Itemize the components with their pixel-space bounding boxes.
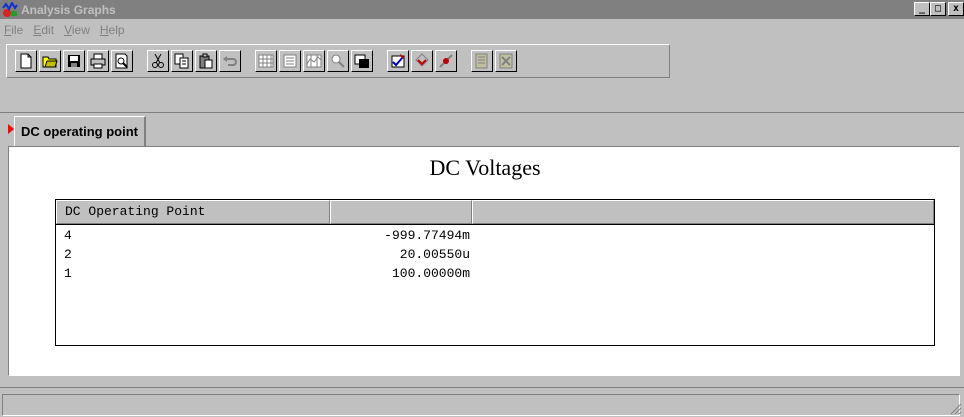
menu-view[interactable]: View xyxy=(64,23,90,37)
analysis-graphs-app-icon[interactable] xyxy=(2,0,18,18)
paste-icon xyxy=(199,53,213,69)
row-node: 1 xyxy=(64,266,72,281)
overlay-icon xyxy=(415,53,429,67)
menu-help-label: elp xyxy=(108,22,125,37)
print-preview-icon xyxy=(115,53,128,69)
column-header-value[interactable] xyxy=(330,200,472,224)
cut-icon xyxy=(152,53,164,68)
zoom-button[interactable] xyxy=(327,50,349,72)
row-node: 2 xyxy=(64,247,72,262)
table-row[interactable]: 1 100.00000m xyxy=(56,265,934,284)
exclude-button[interactable] xyxy=(435,50,457,72)
menu-view-label: iew xyxy=(71,22,90,37)
window-title: Analysis Graphs xyxy=(21,2,116,17)
open-icon xyxy=(42,56,58,68)
status-bar xyxy=(0,387,964,417)
legend-icon xyxy=(283,54,297,68)
copy-icon xyxy=(174,53,189,69)
toolbar xyxy=(6,44,670,78)
column-header-name[interactable]: DC Operating Point xyxy=(56,200,330,224)
print-icon xyxy=(90,53,106,69)
close-button[interactable]: x xyxy=(948,2,964,16)
grid-button[interactable] xyxy=(255,50,277,72)
legend-button[interactable] xyxy=(279,50,301,72)
menu-file-label: ile xyxy=(11,22,24,37)
menu-edit[interactable]: Edit xyxy=(33,23,54,37)
tab-dc-operating-point[interactable]: DC operating point xyxy=(14,116,146,146)
cursors-button[interactable] xyxy=(303,50,325,72)
export-icon xyxy=(475,53,488,69)
cut-button[interactable] xyxy=(147,50,169,72)
new-icon xyxy=(20,53,32,69)
menu-edit-label: dit xyxy=(41,22,55,37)
results-table: DC Operating Point 4 -999.77494m 2 20.00… xyxy=(55,199,935,346)
undo-button[interactable] xyxy=(219,50,241,72)
column-header-extra[interactable] xyxy=(472,200,934,224)
save-icon xyxy=(68,55,80,67)
menu-view-accel: V xyxy=(64,22,72,37)
paste-button[interactable] xyxy=(195,50,217,72)
table-row[interactable]: 4 -999.77494m xyxy=(56,227,934,246)
export-excel-button[interactable] xyxy=(495,50,517,72)
transfer-button[interactable] xyxy=(387,50,409,72)
graph-panel: DC Voltages DC Operating Point 4 -999.77… xyxy=(8,146,960,376)
reverse-colors-icon xyxy=(354,54,369,68)
save-button[interactable] xyxy=(63,50,85,72)
grid-icon xyxy=(258,54,274,68)
row-value: -999.77494m xyxy=(384,228,470,243)
tab-strip xyxy=(0,112,964,113)
maximize-button[interactable]: □ xyxy=(930,2,946,16)
menu-file[interactable]: File xyxy=(4,23,23,37)
row-value: 20.00550u xyxy=(399,247,470,262)
table-row[interactable]: 2 20.00550u xyxy=(56,246,934,265)
row-node: 4 xyxy=(64,228,72,243)
open-button[interactable] xyxy=(39,50,61,72)
reverse-colors-button[interactable] xyxy=(351,50,373,72)
table-header: DC Operating Point xyxy=(56,200,934,225)
status-pane xyxy=(2,394,960,416)
print-preview-button[interactable] xyxy=(111,50,133,72)
row-value: 100.00000m xyxy=(391,266,470,281)
menu-help-accel: H xyxy=(99,22,109,37)
undo-icon xyxy=(223,56,237,66)
resize-grip-icon[interactable] xyxy=(950,403,962,415)
overlay-button[interactable] xyxy=(411,50,433,72)
panel-title: DC Voltages xyxy=(429,155,541,180)
menu-bar: File Edit View Help xyxy=(0,19,135,40)
copy-button[interactable] xyxy=(171,50,193,72)
transfer-icon xyxy=(391,54,405,68)
cursors-icon xyxy=(306,54,322,68)
export-button[interactable] xyxy=(471,50,493,72)
new-button[interactable] xyxy=(15,50,37,72)
title-bar[interactable]: Analysis Graphs _ □ x xyxy=(0,0,964,19)
export-excel-icon xyxy=(499,53,513,69)
menu-help[interactable]: Help xyxy=(100,23,125,37)
minimize-button[interactable]: _ xyxy=(914,2,930,16)
exclude-icon xyxy=(439,54,453,68)
zoom-icon xyxy=(331,54,345,68)
print-button[interactable] xyxy=(87,50,109,72)
